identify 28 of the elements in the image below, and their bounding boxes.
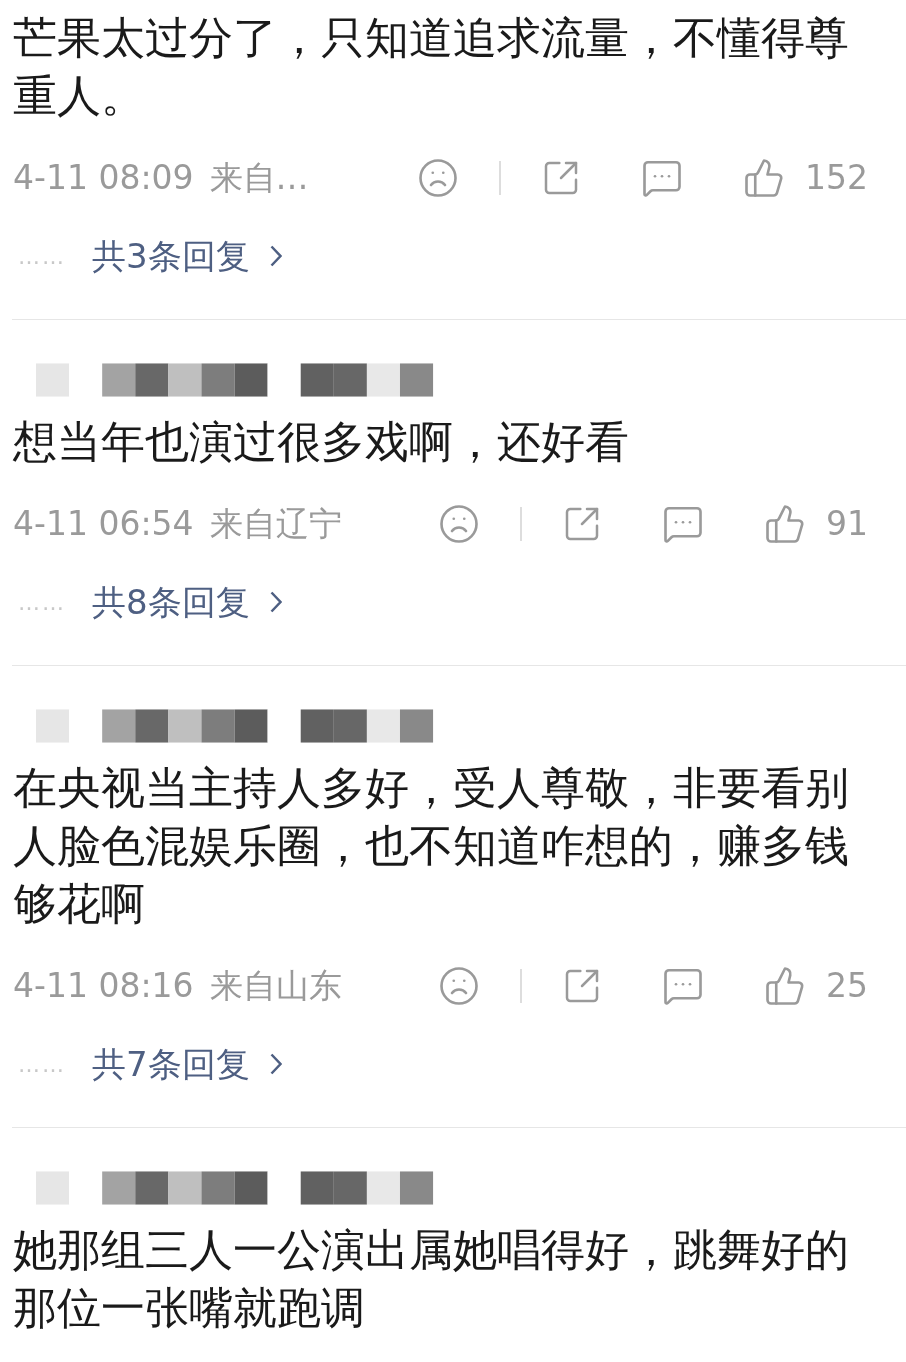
view-replies-link[interactable]: 共3条回复 bbox=[92, 230, 282, 282]
like-icon[interactable] bbox=[764, 503, 806, 545]
view-replies-link[interactable]: 共8条回复 bbox=[92, 576, 282, 628]
dislike-icon[interactable] bbox=[438, 965, 480, 1007]
chevron-icon bbox=[269, 591, 282, 613]
reply-dots: …… bbox=[18, 242, 66, 271]
chevron-icon bbox=[269, 1053, 282, 1075]
like-count: 91 bbox=[826, 503, 868, 546]
like-count: 25 bbox=[826, 965, 868, 1008]
comment-text: 在央视当主持人多好，受人尊敬，非要看别人脸色混娱乐圈，也不知道咋想的，赚多钱够花啊 bbox=[12, 761, 850, 931]
chevron-icon bbox=[269, 245, 282, 267]
reply-dots: …… bbox=[18, 588, 66, 617]
comment-text: 想当年也演过很多戏啊，还好看 bbox=[12, 415, 630, 469]
comment-location: 来自山东 bbox=[209, 965, 342, 1008]
like-icon[interactable] bbox=[764, 965, 806, 1007]
comment-location: 来自辽宁 bbox=[209, 503, 342, 546]
comment-location: 来自… bbox=[209, 157, 309, 200]
dislike-icon[interactable] bbox=[438, 503, 480, 545]
comment-text: 芒果太过分了，只知道追求流量，不懂得尊重人。 bbox=[12, 11, 850, 123]
comment-time: 4-11 08:16 bbox=[13, 965, 194, 1008]
like-icon[interactable] bbox=[743, 157, 785, 199]
comment-time: 4-11 08:09 bbox=[13, 157, 194, 200]
comment-time: 4-11 06:54 bbox=[13, 503, 194, 546]
view-replies-link[interactable]: 共7条回复 bbox=[92, 1038, 282, 1090]
dislike-icon[interactable] bbox=[417, 157, 459, 199]
comment-text: 她那组三人一公演出属她唱得好，跳舞好的那位一张嘴就跑调 bbox=[12, 1223, 850, 1335]
like-count: 152 bbox=[805, 157, 868, 200]
reply-dots: …… bbox=[18, 1050, 66, 1079]
